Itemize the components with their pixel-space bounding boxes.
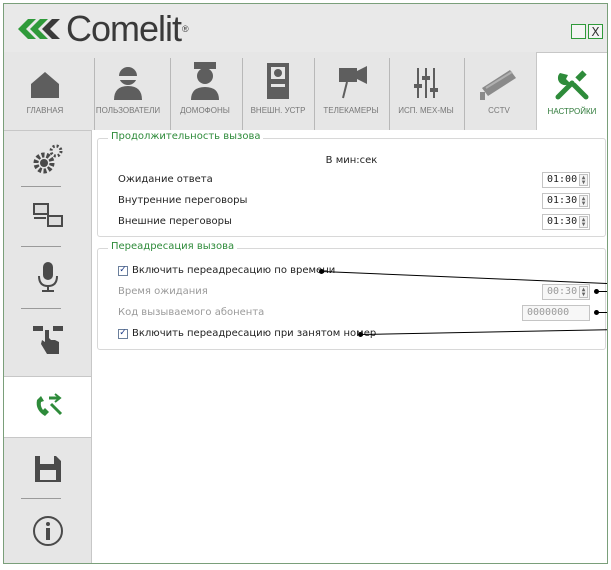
internal-call-spinner[interactable]: 01:30 ▲ ▼ xyxy=(542,193,590,209)
brand-logo: Comelit® xyxy=(16,8,189,49)
comelit-logo-icon xyxy=(18,19,60,39)
tab-cctv[interactable]: CCTV xyxy=(464,58,533,130)
timed-forward-label: Включить переадресацию по времени xyxy=(132,265,336,276)
checkbox-check-icon[interactable]: ✓ xyxy=(118,328,128,339)
tab-label: ИСП. МЕХ-МЫ xyxy=(398,106,454,115)
microphone-icon xyxy=(37,262,58,292)
timed-forward-checkbox[interactable]: ✓ Включить переадресацию по времени xyxy=(118,265,335,276)
sidebar-item-info[interactable] xyxy=(4,508,91,554)
internal-call-label: Внутренние переговоры xyxy=(118,195,248,206)
wait-time-label: Время ожидания xyxy=(118,286,208,297)
settings-panel: Продолжительность вызова В мин:сек Ожида… xyxy=(91,130,607,563)
tab-label: ГЛАВНАЯ xyxy=(26,106,64,115)
hand-touch-icon xyxy=(32,326,63,354)
group-title: Продолжительность вызова xyxy=(108,131,264,142)
wait-time-spinner[interactable]: 00:30 ▲ ▼ xyxy=(542,284,590,300)
app-window: Comelit® _ X ГЛАВНАЯ ПОЛЬЗОВАТЕЛИ ДОМОФО… xyxy=(3,3,608,564)
tab-actuators[interactable]: ИСП. МЕХ-МЫ xyxy=(389,58,462,130)
save-icon xyxy=(34,456,61,482)
busy-forward-checkbox[interactable]: ✓ Включить переадресацию при занятом ном… xyxy=(118,328,376,339)
tab-users[interactable]: ПОЛЬЗОВАТЕЛИ xyxy=(94,58,161,130)
title-bar: Comelit® _ X xyxy=(4,4,607,52)
call-duration-group: Продолжительность вызова В мин:сек Ожида… xyxy=(97,131,606,237)
tab-home[interactable]: ГЛАВНАЯ xyxy=(12,58,78,130)
tab-label: ВНЕШН. УСТР xyxy=(250,106,306,115)
doorman-icon xyxy=(191,62,219,100)
tab-settings[interactable]: НАСТРОЙКИ xyxy=(536,52,607,132)
sidebar-item-network[interactable] xyxy=(4,194,91,238)
sidebar-item-system[interactable] xyxy=(4,138,91,182)
brand-name: Comelit® xyxy=(66,8,189,49)
busy-forward-label: Включить переадресацию при занятом номер xyxy=(132,328,377,339)
group-title: Переадресация вызова xyxy=(108,241,238,252)
gears-icon xyxy=(33,144,62,174)
settings-tools-icon xyxy=(555,70,589,100)
minimize-button[interactable]: _ xyxy=(571,24,586,39)
close-button[interactable]: X xyxy=(588,24,603,39)
camera-icon xyxy=(339,66,367,99)
sidebar-item-save[interactable] xyxy=(4,446,91,492)
home-icon xyxy=(31,72,59,98)
tab-label: ТЕЛЕКАМЕРЫ xyxy=(323,106,379,115)
call-forward-group: Переадресация вызова ✓ Включить переадре… xyxy=(97,241,606,350)
main-tabs: ГЛАВНАЯ ПОЛЬЗОВАТЕЛИ ДОМОФОНЫ ВНЕШН. УСТ… xyxy=(4,52,607,132)
external-call-spinner[interactable]: 01:30 ▲ ▼ xyxy=(542,214,590,230)
units-label: В мин:сек xyxy=(325,155,378,166)
tab-label: НАСТРОЙКИ xyxy=(547,107,597,116)
spinner-arrows-icon[interactable]: ▲ ▼ xyxy=(579,286,588,298)
user-icon xyxy=(114,67,142,100)
spinner-arrows-icon[interactable]: ▲ ▼ xyxy=(579,216,588,228)
callout-line xyxy=(597,312,607,313)
sidebar-item-touch[interactable] xyxy=(4,316,91,362)
network-icon xyxy=(32,203,63,227)
callout-line xyxy=(597,291,607,292)
checkbox-check-icon[interactable]: ✓ xyxy=(118,265,128,276)
spinner-arrows-icon[interactable]: ▲ ▼ xyxy=(579,174,588,186)
cctv-icon xyxy=(480,70,516,100)
sidebar-item-audio[interactable] xyxy=(4,254,91,300)
actuator-icon xyxy=(414,68,438,98)
spinner-arrows-icon[interactable]: ▲ ▼ xyxy=(579,195,588,207)
tab-doorman[interactable]: ДОМОФОНЫ xyxy=(170,58,239,130)
info-icon xyxy=(32,516,63,546)
tab-label: ПОЛЬЗОВАТЕЛИ xyxy=(95,106,161,115)
called-code-label: Код вызываемого абонента xyxy=(118,307,265,318)
answer-wait-label: Ожидание ответа xyxy=(118,174,213,185)
external-call-label: Внешние переговоры xyxy=(118,216,232,227)
sidebar xyxy=(4,130,92,563)
answer-wait-spinner[interactable]: 01:00 ▲ ▼ xyxy=(542,172,590,188)
call-forward-icon xyxy=(36,393,63,416)
tab-label: ДОМОФОНЫ xyxy=(180,106,230,115)
tab-label: CCTV xyxy=(488,106,510,115)
called-code-input[interactable]: 0000000 xyxy=(522,305,590,321)
tab-entrance-panels[interactable]: ВНЕШН. УСТР xyxy=(242,58,313,130)
sidebar-item-call-forward[interactable] xyxy=(4,376,92,438)
entrance-panel-icon xyxy=(267,63,289,99)
tab-cameras[interactable]: ТЕЛЕКАМЕРЫ xyxy=(314,58,387,130)
